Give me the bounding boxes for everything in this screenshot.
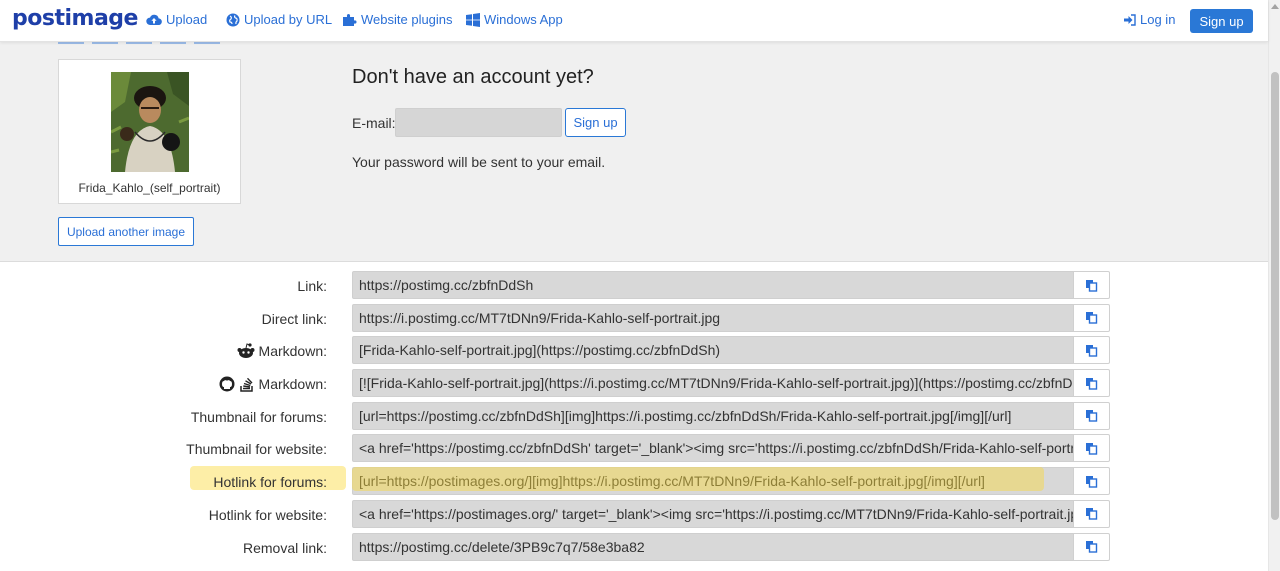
row-label: Direct link:: [261, 310, 327, 327]
portrait-thumbnail[interactable]: [111, 72, 189, 172]
windows-icon: [466, 12, 480, 27]
copy-button[interactable]: [1073, 303, 1110, 332]
nav-website-plugins-label: Website plugins: [361, 12, 453, 27]
top-navbar: postimage Upload Upload by URL Website p…: [0, 0, 1268, 42]
row-label-text: Markdown:: [258, 343, 327, 360]
reddit-icon: [237, 343, 255, 359]
image-thumbnail-card[interactable]: Frida_Kahlo_(self_portrait): [58, 59, 241, 204]
copy-button[interactable]: [1073, 434, 1110, 463]
copy-icon: [1086, 508, 1098, 521]
page-scrollbar[interactable]: [1268, 0, 1280, 571]
row-label: Hotlink for forums:: [213, 474, 327, 491]
thumbnail-website-row: Thumbnail for website: <a href='https://…: [0, 433, 1268, 466]
github-icon: [219, 376, 235, 392]
thumbnail-forums-field[interactable]: [url=https://postimg.cc/zbfnDdSh][img]ht…: [352, 401, 1074, 430]
thumbnail-forums-row: Thumbnail for forums: [url=https://posti…: [0, 401, 1268, 434]
copy-icon: [1086, 344, 1098, 357]
row-label: Removal link:: [242, 539, 327, 556]
hotlink-website-field[interactable]: <a href='https://postimages.org/' target…: [352, 499, 1074, 528]
nav-windows-app[interactable]: Windows App: [466, 12, 563, 27]
email-label: E-mail:: [352, 115, 396, 131]
copy-icon: [1086, 541, 1098, 553]
copy-button[interactable]: [1073, 401, 1110, 430]
nav-login-label: Log in: [1140, 12, 1176, 27]
postimage-logo[interactable]: postimage: [12, 6, 138, 31]
direct-link-field[interactable]: https://i.postimg.cc/MT7tDNn9/Frida-Kahl…: [352, 303, 1074, 332]
removal-link-row: Removal link: https://postimg.cc/delete/…: [0, 532, 1268, 565]
nav-upload-label: Upload: [166, 12, 208, 27]
github-markdown-row: Markdown: [![Frida-Kahlo-self-portrait.j…: [0, 368, 1268, 401]
clipped-tab-strip: [58, 42, 220, 44]
nav-upload[interactable]: Upload: [146, 12, 207, 27]
markdown-embed-field[interactable]: [![Frida-Kahlo-self-portrait.jpg](https:…: [352, 369, 1074, 398]
row-label: Thumbnail for forums:: [190, 408, 327, 425]
puzzle-icon: [343, 13, 357, 26]
row-label: Thumbnail for website:: [186, 441, 327, 458]
scroll-thumb[interactable]: [1271, 72, 1279, 520]
copy-button[interactable]: [1073, 499, 1110, 528]
signup-button[interactable]: Sign up: [565, 108, 626, 137]
nav-login[interactable]: Log in: [1124, 12, 1175, 27]
upload-another-image-button[interactable]: Upload another image: [58, 217, 194, 246]
hotlink-forums-row: Hotlink for forums: [url=https://postima…: [0, 466, 1268, 499]
copy-icon: [1086, 410, 1098, 422]
row-label-text: Markdown:: [258, 376, 327, 393]
row-label: Link:: [297, 278, 327, 294]
account-heading: Don't have an account yet?: [352, 66, 594, 88]
highlight-marker: [352, 467, 1044, 492]
copy-icon: [1086, 475, 1098, 488]
link-field[interactable]: https://postimg.cc/zbfnDdSh: [352, 271, 1074, 299]
nav-windows-app-label: Windows App: [484, 12, 563, 27]
image-caption: Frida_Kahlo_(self_portrait): [78, 181, 221, 195]
copy-button[interactable]: [1073, 467, 1110, 496]
removal-link-field[interactable]: https://postimg.cc/delete/3PB9c7q7/58e3b…: [352, 532, 1074, 561]
scroll-up-arrow-icon[interactable]: [1271, 4, 1279, 9]
stack-overflow-icon: [239, 377, 253, 392]
globe-icon: [226, 13, 240, 26]
reddit-markdown-row: Markdown: [Frida-Kahlo-self-portrait.jpg…: [0, 335, 1268, 368]
copy-icon: [1086, 442, 1098, 455]
hotlink-website-row: Hotlink for website: <a href='https://po…: [0, 499, 1268, 532]
row-label: Markdown:: [237, 343, 327, 359]
copy-button[interactable]: [1073, 369, 1110, 398]
copy-icon: [1086, 377, 1098, 390]
markdown-field[interactable]: [Frida-Kahlo-self-portrait.jpg](https://…: [352, 336, 1074, 365]
row-label: Markdown:: [219, 376, 327, 392]
copy-icon: [1086, 279, 1098, 292]
copy-button[interactable]: [1073, 532, 1110, 561]
copy-button[interactable]: [1073, 336, 1110, 365]
row-label: Hotlink for website:: [208, 506, 327, 523]
nav-website-plugins[interactable]: Website plugins: [342, 12, 453, 27]
cloud-upload-icon: [146, 14, 162, 26]
sign-in-icon: [1124, 13, 1136, 26]
direct-link-row: Direct link: https://i.postimg.cc/MT7tDN…: [0, 303, 1268, 336]
upload-result-panel: Frida_Kahlo_(self_portrait) Upload anoth…: [0, 42, 1268, 262]
nav-upload-by-url-label: Upload by URL: [244, 12, 333, 27]
copy-icon: [1086, 312, 1098, 324]
share-links-table: Link: https://postimg.cc/zbfnDdSh Direct…: [0, 270, 1268, 564]
copy-button[interactable]: [1073, 271, 1110, 299]
nav-signup-button[interactable]: Sign up: [1190, 9, 1253, 33]
email-input[interactable]: [395, 108, 562, 137]
link-row: Link: https://postimg.cc/zbfnDdSh: [0, 270, 1268, 303]
password-note: Your password will be sent to your email…: [352, 154, 606, 170]
nav-upload-by-url[interactable]: Upload by URL: [226, 12, 332, 27]
thumbnail-website-field[interactable]: <a href='https://postimg.cc/zbfnDdSh' ta…: [352, 434, 1074, 463]
